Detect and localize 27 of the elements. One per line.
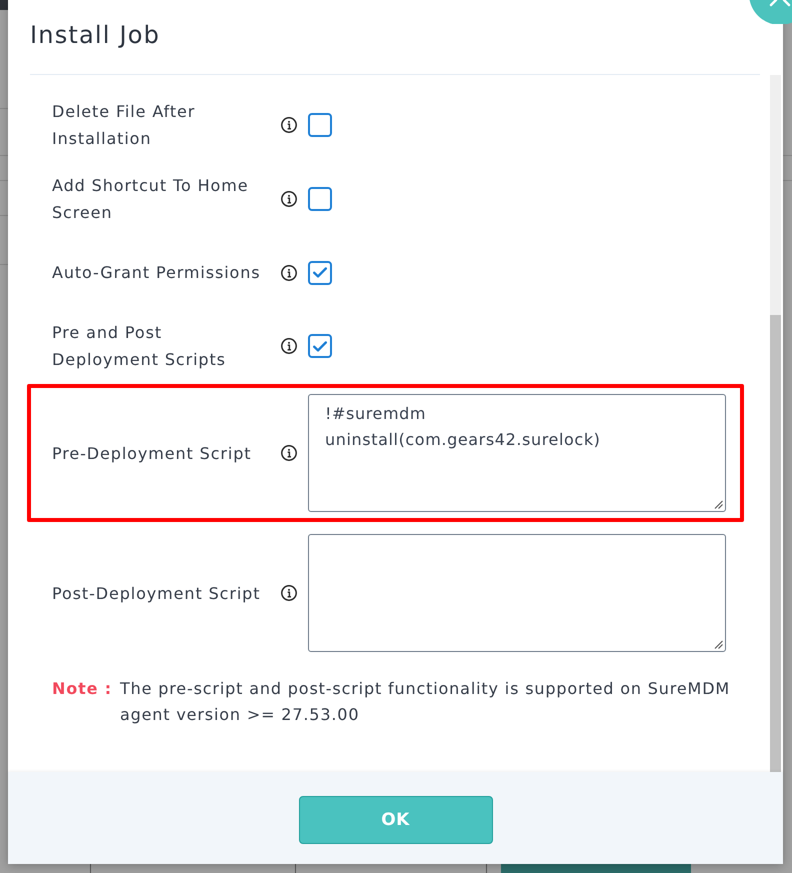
scrollbar-thumb[interactable] (770, 315, 781, 772)
note-label: Note : (52, 678, 112, 700)
checkbox[interactable] (308, 334, 332, 358)
dialog-title: Install Job (30, 21, 160, 49)
checkmark-icon (313, 340, 327, 352)
info-icon[interactable] (281, 585, 297, 601)
note-text: The pre-script and post-script functionality is supported on SureMDM agent version >= 27.53.00 (120, 678, 732, 726)
info-icon[interactable] (281, 338, 297, 354)
checkbox[interactable] (308, 187, 332, 211)
checkbox[interactable] (308, 113, 332, 137)
option-label: Delete File After Installation (52, 101, 196, 150)
option-label: Post-Deployment Script (52, 582, 260, 604)
script-field[interactable]: !#suremdm uninstall(com.gears42.surelock) (308, 394, 726, 512)
option-label: Add Shortcut To Home Screen (52, 175, 250, 224)
info-icon[interactable] (281, 264, 297, 280)
resize-grip-icon[interactable] (714, 640, 723, 649)
info-icon[interactable] (281, 191, 297, 207)
script-field[interactable] (308, 534, 726, 652)
info-icon[interactable] (281, 445, 297, 461)
option-label: Pre and Post Deployment Scripts (52, 322, 227, 371)
resize-grip-icon[interactable] (714, 500, 723, 509)
checkbox[interactable] (308, 260, 332, 284)
option-label: Pre-Deployment Script (52, 442, 252, 464)
close-icon (770, 0, 790, 6)
checkmark-icon (313, 267, 327, 278)
info-icon[interactable] (281, 117, 297, 133)
option-label: Auto-Grant Permissions (52, 262, 261, 284)
